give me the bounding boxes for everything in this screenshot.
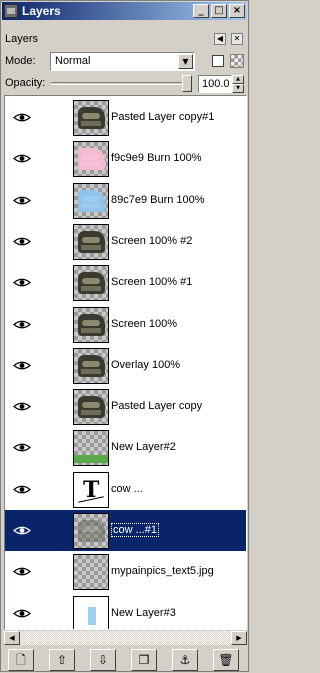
layer-name[interactable]: Screen 100% #2 [111,235,192,247]
opacity-input[interactable]: 100.0 [198,75,232,93]
layer-row[interactable]: mypainpics_text5.jpg [5,551,246,592]
horizontal-scrollbar[interactable]: ◀ ▶ [4,631,247,647]
layer-name[interactable]: mypainpics_text5.jpg [111,565,214,577]
chevron-down-icon[interactable]: ▼ [178,54,193,69]
eye-icon[interactable] [13,195,31,206]
mode-row: Mode: Normal ▼ [1,51,250,73]
scroll-track[interactable] [20,631,231,645]
layer-name[interactable]: New Layer#3 [111,607,176,619]
opacity-slider-thumb[interactable] [182,75,192,92]
layer-row[interactable]: Screen 100% [5,304,246,345]
layer-thumbnail [73,265,109,301]
mode-select[interactable]: Normal ▼ [50,52,195,71]
layer-toolbar: 🗋 ⇧ ⇩ ❐ ⚓ 🗑 [4,649,247,673]
eye-icon[interactable] [13,153,31,164]
opacity-slider-track[interactable] [51,82,191,85]
mode-value: Normal [55,55,91,67]
layer-name[interactable]: Overlay 100% [111,359,180,371]
layer-name[interactable]: cow ... [111,483,143,495]
layer-row[interactable]: Overlay 100% [5,345,246,386]
layer-row[interactable]: 89c7e9 Burn 100% [5,180,246,221]
window-title: Layers [22,4,61,18]
layer-row[interactable]: New Layer#2 [5,427,246,468]
layer-name[interactable]: New Layer#2 [111,441,176,453]
layer-thumbnail: T [73,472,109,508]
scroll-left-icon[interactable]: ◀ [4,631,20,645]
opacity-spinner[interactable]: ▲ ▼ [232,75,244,93]
eye-icon[interactable] [13,608,31,619]
spin-up-icon[interactable]: ▲ [232,75,244,84]
layer-thumbnail [73,141,109,177]
keep-transparency-checkbox[interactable] [212,55,224,67]
eye-icon[interactable] [13,277,31,288]
eye-icon[interactable] [13,112,31,123]
layer-thumbnail [73,596,109,629]
panel-close-icon[interactable]: ✕ [231,33,243,45]
eye-icon[interactable] [13,566,31,577]
layer-row[interactable]: Pasted Layer copy [5,386,246,427]
panel-label: Layers [5,33,39,45]
layer-thumbnail [73,554,109,590]
layer-name[interactable]: cow ...#1 [111,523,160,537]
layers-window: Layers _ □ × Layers ◀ ✕ Mode: Normal ▼ O… [0,0,249,672]
layer-name[interactable]: Pasted Layer copy#1 [111,111,214,123]
close-button[interactable]: × [229,4,245,18]
scroll-right-icon[interactable]: ▶ [231,631,247,645]
layer-thumbnail [73,100,109,136]
layer-thumbnail [73,430,109,466]
minimize-button[interactable]: _ [193,4,209,18]
layer-name[interactable]: 89c7e9 Burn 100% [111,194,205,206]
panel-header: Layers ◀ ✕ [1,31,250,47]
maximize-button[interactable]: □ [211,4,227,18]
layer-row[interactable]: Screen 100% #1 [5,262,246,303]
duplicate-layer-icon[interactable]: ❐ [131,649,157,671]
anchor-layer-icon[interactable]: ⚓ [172,649,198,671]
layer-row[interactable]: Pasted Layer copy#1 [5,97,246,138]
layer-row[interactable]: New Layer#3 [5,593,246,629]
eye-icon[interactable] [13,525,31,536]
opacity-label: Opacity: [5,77,46,89]
lower-layer-icon[interactable]: ⇩ [90,649,116,671]
layer-row[interactable]: cow ...#1 [5,510,246,551]
eye-icon[interactable] [13,360,31,371]
layer-list[interactable]: Pasted Layer copy#1 f9c9e9 Burn 100% 89c7e… [4,95,247,630]
opacity-row: Opacity: 100.0 ▲ ▼ [1,74,250,94]
new-layer-icon[interactable]: 🗋 [8,649,34,671]
layer-thumbnail [73,348,109,384]
layer-thumbnail [73,513,109,549]
layer-row[interactable]: Screen 100% #2 [5,221,246,262]
layer-thumbnail [73,307,109,343]
delete-layer-icon[interactable]: 🗑 [213,649,239,671]
layer-thumbnail [73,389,109,425]
eye-icon[interactable] [13,319,31,330]
layer-thumbnail [73,224,109,260]
layer-row[interactable]: Tcow ... [5,469,246,510]
transparency-icon [230,54,244,68]
layer-thumbnail [73,183,109,219]
title-bar[interactable]: Layers _ □ × [2,2,247,20]
layer-name[interactable]: Pasted Layer copy [111,400,202,412]
spin-down-icon[interactable]: ▼ [232,84,244,93]
app-icon [4,4,18,18]
layer-row[interactable]: f9c9e9 Burn 100% [5,138,246,179]
panel-menu-icon[interactable]: ◀ [214,33,226,45]
mode-label: Mode: [5,55,36,67]
eye-icon[interactable] [13,442,31,453]
layer-name[interactable]: f9c9e9 Burn 100% [111,152,202,164]
layer-name[interactable]: Screen 100% #1 [111,276,192,288]
layer-name[interactable]: Screen 100% [111,318,177,330]
eye-icon[interactable] [13,484,31,495]
raise-layer-icon[interactable]: ⇧ [49,649,75,671]
eye-icon[interactable] [13,236,31,247]
eye-icon[interactable] [13,401,31,412]
